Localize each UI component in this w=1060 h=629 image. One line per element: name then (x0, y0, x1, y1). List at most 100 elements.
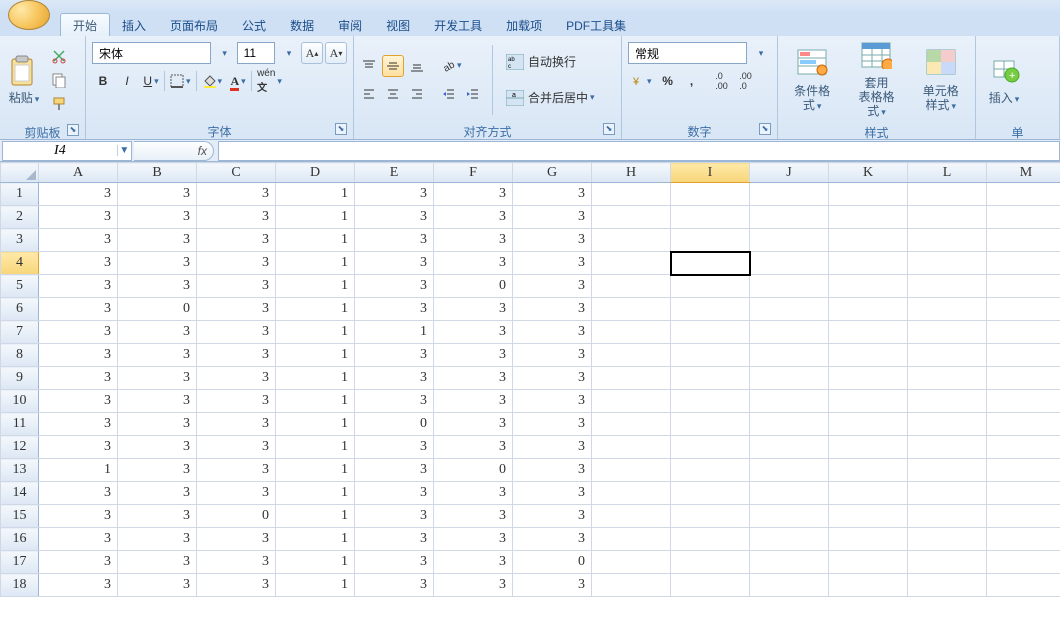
phonetic-button[interactable]: wén文 (254, 70, 285, 92)
cell[interactable]: 3 (39, 367, 118, 390)
cell[interactable]: 3 (513, 505, 592, 528)
cell[interactable]: 3 (118, 275, 197, 298)
col-header-K[interactable]: K (829, 163, 908, 183)
cell[interactable] (671, 413, 750, 436)
cell[interactable] (592, 390, 671, 413)
cell[interactable] (829, 459, 908, 482)
cell[interactable] (671, 505, 750, 528)
cell[interactable] (829, 574, 908, 597)
format-as-table-button[interactable]: 套用 表格格式 (852, 38, 900, 122)
cell[interactable]: 1 (276, 298, 355, 321)
col-header-G[interactable]: G (513, 163, 592, 183)
align-left-button[interactable] (358, 83, 380, 105)
row-header-6[interactable]: 6 (1, 298, 39, 321)
align-bottom-button[interactable] (406, 55, 428, 77)
cell[interactable]: 3 (513, 413, 592, 436)
cell[interactable]: 3 (355, 367, 434, 390)
cell[interactable] (750, 367, 829, 390)
cell[interactable]: 3 (39, 436, 118, 459)
cell[interactable] (671, 183, 750, 206)
cell[interactable] (829, 206, 908, 229)
cell[interactable]: 3 (39, 482, 118, 505)
tab-3[interactable]: 公式 (230, 14, 278, 36)
cell[interactable]: 3 (39, 183, 118, 206)
cell[interactable]: 3 (118, 390, 197, 413)
cell[interactable]: 3 (434, 321, 513, 344)
cell[interactable]: 3 (513, 229, 592, 252)
cell[interactable] (592, 574, 671, 597)
cell[interactable]: 3 (118, 183, 197, 206)
increase-decimal-button[interactable]: .0.00 (711, 70, 733, 92)
cell[interactable] (987, 206, 1060, 229)
align-top-button[interactable] (358, 55, 380, 77)
cell[interactable]: 1 (355, 321, 434, 344)
cell[interactable] (592, 344, 671, 367)
cell[interactable]: 3 (355, 459, 434, 482)
cell[interactable] (750, 436, 829, 459)
insert-cells-button[interactable]: + 插入 (980, 38, 1028, 122)
col-header-C[interactable]: C (197, 163, 276, 183)
paste-button[interactable]: 粘贴 (4, 38, 44, 122)
cell[interactable] (750, 275, 829, 298)
cell[interactable]: 1 (276, 528, 355, 551)
cell-styles-button[interactable]: 单元格 样式 (917, 38, 965, 122)
cell[interactable]: 3 (197, 528, 276, 551)
cell[interactable]: 1 (276, 321, 355, 344)
cell[interactable]: 3 (434, 505, 513, 528)
cell[interactable]: 1 (276, 275, 355, 298)
row-header-1[interactable]: 1 (1, 183, 39, 206)
cell[interactable] (592, 528, 671, 551)
cell[interactable]: 3 (39, 413, 118, 436)
row-header-18[interactable]: 18 (1, 574, 39, 597)
cell[interactable]: 1 (39, 459, 118, 482)
col-header-A[interactable]: A (39, 163, 118, 183)
cell[interactable] (592, 413, 671, 436)
row-header-8[interactable]: 8 (1, 344, 39, 367)
cell[interactable] (750, 252, 829, 275)
cell[interactable] (829, 367, 908, 390)
cell[interactable] (908, 183, 987, 206)
cell[interactable] (908, 482, 987, 505)
cell[interactable] (592, 367, 671, 390)
italic-button[interactable]: I (116, 70, 138, 92)
cell[interactable]: 3 (39, 574, 118, 597)
cell[interactable]: 3 (39, 206, 118, 229)
clipboard-launcher[interactable]: ⬊ (67, 124, 79, 136)
row-header-7[interactable]: 7 (1, 321, 39, 344)
cell[interactable] (908, 367, 987, 390)
underline-button[interactable]: U (140, 70, 162, 92)
cell[interactable]: 1 (276, 459, 355, 482)
cell[interactable]: 3 (197, 459, 276, 482)
cell[interactable]: 3 (118, 344, 197, 367)
cell[interactable] (750, 183, 829, 206)
worksheet[interactable]: ABCDEFGHIJKLM 13331333233313333333133343… (0, 162, 1060, 629)
cell[interactable] (908, 413, 987, 436)
col-header-E[interactable]: E (355, 163, 434, 183)
cell[interactable]: 3 (39, 344, 118, 367)
increase-indent-button[interactable] (462, 83, 484, 105)
cell[interactable] (671, 367, 750, 390)
cell[interactable]: 1 (276, 390, 355, 413)
decrease-decimal-button[interactable]: .00.0 (735, 70, 757, 92)
cell[interactable]: 3 (39, 551, 118, 574)
row-header-5[interactable]: 5 (1, 275, 39, 298)
cell[interactable] (671, 252, 750, 275)
cell[interactable]: 3 (118, 459, 197, 482)
cell[interactable] (592, 436, 671, 459)
cell[interactable]: 3 (513, 206, 592, 229)
cell[interactable] (987, 482, 1060, 505)
cell[interactable]: 3 (39, 252, 118, 275)
merge-center-button[interactable]: a 合并后居中 (501, 83, 617, 113)
cell[interactable] (671, 321, 750, 344)
cell[interactable]: 3 (355, 206, 434, 229)
cell[interactable]: 3 (39, 229, 118, 252)
font-launcher[interactable]: ⬊ (335, 123, 347, 135)
cell[interactable] (750, 413, 829, 436)
cell[interactable]: 3 (39, 321, 118, 344)
cell[interactable]: 3 (118, 551, 197, 574)
cell[interactable]: 3 (513, 459, 592, 482)
cell[interactable]: 3 (434, 574, 513, 597)
cell[interactable]: 3 (355, 298, 434, 321)
cell[interactable]: 3 (434, 413, 513, 436)
cut-button[interactable] (48, 45, 70, 67)
